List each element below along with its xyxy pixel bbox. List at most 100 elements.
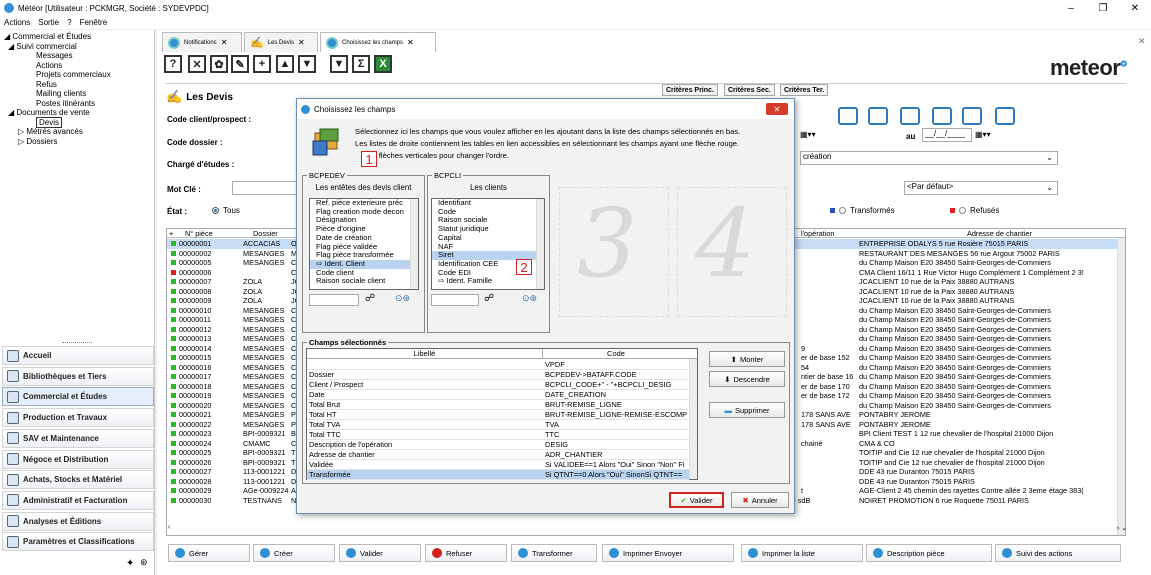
nav-library[interactable]: Bibliothèques et Tiers (2, 366, 154, 386)
valider-button[interactable]: Valider (339, 544, 421, 562)
calendar-period-icon[interactable] (900, 107, 920, 125)
edit-button[interactable]: ✎ (231, 55, 249, 73)
selected-field-row[interactable]: Adresse de chantier ADR_CHANTIER (307, 450, 689, 460)
selected-field-row[interactable]: Total TVA TVA (307, 420, 689, 430)
tree-item[interactable]: Messages (0, 51, 150, 61)
list-scrollbar[interactable] (689, 359, 697, 479)
selected-field-row[interactable]: Client / Prospect BCPCLI_CODE+" - "+BCPCL… (307, 380, 689, 390)
etat-refuses-radio[interactable]: Refusés (950, 206, 999, 215)
binoculars-icon[interactable]: ☍ (484, 293, 494, 304)
selected-field-row[interactable]: Total TTC TTC (307, 430, 689, 440)
selected-field-row[interactable]: Description de l'opération DESIG (307, 440, 689, 450)
tree-item[interactable]: Postes itinérants (0, 99, 150, 109)
nav-achats[interactable]: Achats, Stocks et Matériel (2, 470, 154, 490)
imprimer-liste-button[interactable]: Imprimer la liste (741, 544, 863, 562)
suivi-actions-button[interactable]: Suivi des actions (995, 544, 1121, 562)
refuser-button[interactable]: Refuser (425, 544, 507, 562)
tree-item[interactable]: ▷ Dossiers (0, 137, 150, 147)
field-list-item[interactable]: Flag creation mode decon (310, 208, 418, 217)
field-list-item[interactable]: Raison sociale (432, 216, 544, 225)
selected-field-row[interactable]: Total HT BRUT-REMISE_LIGNE-REMISE-ESCOMPT… (307, 410, 689, 420)
calendar-period-icon[interactable] (838, 107, 858, 125)
field-list-item[interactable]: NAF (432, 243, 544, 252)
menu-fenetre[interactable]: Fenêtre (80, 18, 108, 27)
selected-field-row[interactable]: VPDF (307, 360, 689, 370)
close-button[interactable]: ✕ (1119, 0, 1151, 16)
field-list-item[interactable]: Raison sociale client (310, 277, 418, 286)
add-button[interactable]: + (253, 55, 271, 73)
field-list-item[interactable]: Code client (310, 269, 418, 278)
selected-field-row[interactable]: Dossier BCPEDEV->BATAFF.CODE (307, 370, 689, 380)
tree-item[interactable]: Mailing clients (0, 89, 150, 99)
close-all-tabs-icon[interactable]: ✕ (1138, 36, 1146, 47)
selected-field-row[interactable]: Date DATE_CREATION (307, 390, 689, 400)
motcle-input[interactable] (232, 181, 302, 195)
sum-button[interactable]: Σ (352, 55, 370, 73)
description-piece-button[interactable]: Description pièce (866, 544, 992, 562)
date-to-picker[interactable]: ▦▾▾ (975, 130, 991, 139)
help-button[interactable]: ? (164, 55, 182, 73)
header-operation[interactable]: l'opération (801, 229, 834, 238)
tab-criteres-princ[interactable]: Critères Princ. (662, 84, 718, 96)
header-num-piece[interactable]: N° pièce (185, 229, 213, 238)
field-list-item[interactable]: Flag pièce transformée (310, 251, 418, 260)
tree-item[interactable]: ◢ Documents de vente (0, 108, 150, 118)
binoculars-icon[interactable]: ☍ (365, 293, 375, 304)
nav-analyses[interactable]: Analyses et Éditions (2, 511, 154, 531)
dialog-close-button[interactable]: ✕ (766, 103, 788, 115)
creer-button[interactable]: Créer (253, 544, 335, 562)
tree-item[interactable]: Refus (0, 80, 150, 90)
calendar-period-icon[interactable] (995, 107, 1015, 125)
expand-icon[interactable]: + (169, 229, 173, 238)
calendar-period-icon[interactable] (868, 107, 888, 125)
field-list-item[interactable]: Identifiant (432, 199, 544, 208)
valider-button[interactable]: ✔ Valider (669, 492, 724, 508)
nav-admin[interactable]: Administratif et Facturation (2, 490, 154, 510)
date-from[interactable]: ▦▾▾ (800, 130, 816, 139)
tab-notifications[interactable]: Notifications ✕ (162, 32, 242, 52)
move-down-button[interactable]: ▼ (298, 55, 316, 73)
view-select[interactable]: <Par défaut> ⌄ (904, 181, 1058, 195)
calendar-period-icon[interactable] (932, 107, 952, 125)
splitter-grip[interactable] (62, 342, 92, 344)
field-list-item[interactable]: Statut juridique (432, 225, 544, 234)
collapse-icon[interactable]: ⊛ (140, 557, 148, 568)
nav-production[interactable]: Production et Travaux (2, 408, 154, 428)
pin-icon[interactable]: ✦ (126, 558, 134, 569)
menu-sortie[interactable]: Sortie (38, 18, 59, 27)
h-scroll-right-icon[interactable]: › ⌄ (1117, 524, 1127, 532)
imprimer-envoyer-button[interactable]: Imprimer Envoyer (602, 544, 734, 562)
annuler-button[interactable]: ✖ Annuler (731, 492, 789, 508)
list-scrollbar[interactable] (410, 199, 418, 289)
field-list-item[interactable]: Pièce d'origine (310, 225, 418, 234)
list-scrollbar[interactable] (536, 199, 544, 289)
tree-item[interactable]: ◢ Commercial et Études (0, 32, 150, 42)
minimize-button[interactable]: – (1055, 0, 1087, 16)
tree-item[interactable]: Devis (0, 116, 150, 128)
selected-field-row[interactable]: Validée Si VALIDEE==1 Alors "Oui" Sinon "… (307, 460, 689, 470)
tab-les-devis[interactable]: ✍ Les Devis ✕ (244, 32, 318, 52)
transformer-button[interactable]: Transformer (511, 544, 597, 562)
field-list-item[interactable]: Capital (432, 234, 544, 243)
field-list-item[interactable]: Flag pièce validée (310, 243, 418, 252)
close-button[interactable]: ✕ (188, 55, 206, 73)
field-list-item[interactable]: ⇨ Ident. Client (310, 259, 418, 269)
calendar-period-icon[interactable] (962, 107, 982, 125)
filter-button[interactable]: ▼ (330, 55, 348, 73)
tab-criteres-sec[interactable]: Critères Sec. (724, 84, 775, 96)
settings-button[interactable]: ✿ (210, 55, 228, 73)
selected-field-row[interactable]: Total Brut BRUT-REMISE_LIGNE (307, 400, 689, 410)
move-up-button[interactable]: ▲ (276, 55, 294, 73)
supprimer-button[interactable]: ▬ Supprimer (709, 402, 785, 418)
etat-transformes-radio[interactable]: Transformés (830, 206, 895, 215)
monter-button[interactable]: ⬆ Monter (709, 351, 785, 367)
field-list-item[interactable]: ⇨ Ident. Famille (432, 277, 544, 286)
bcpedev-search-input[interactable] (309, 294, 359, 306)
close-icon[interactable]: ✕ (221, 38, 228, 47)
menu-actions[interactable]: Actions (4, 18, 30, 27)
selected-field-row[interactable]: Transformée Si QTNT==0 Alors "Oui" SinonS… (307, 470, 689, 480)
nav-sav[interactable]: SAV et Maintenance (2, 428, 154, 448)
date-type-select[interactable]: création ⌄ (800, 151, 1058, 165)
nav-negoce[interactable]: Négoce et Distribution (2, 449, 154, 469)
tree-item[interactable]: Projets commerciaux (0, 70, 150, 80)
